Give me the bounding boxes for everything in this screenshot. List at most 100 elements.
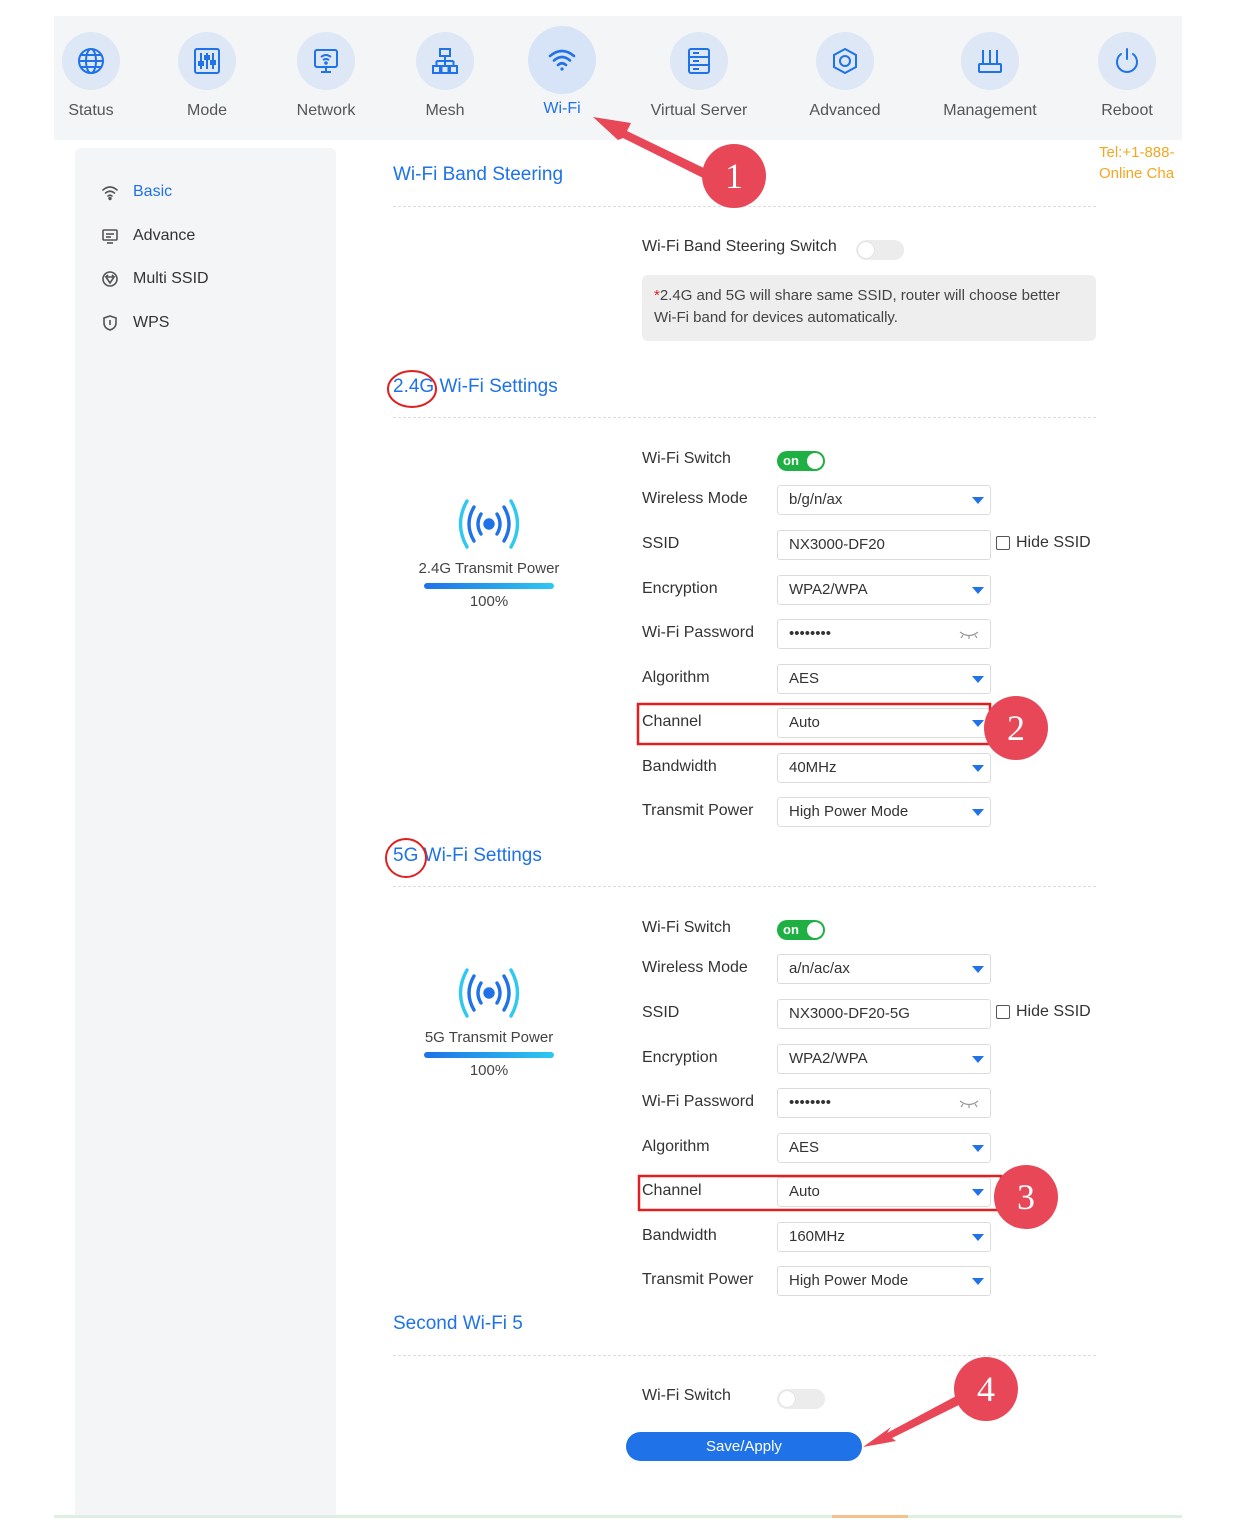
nav-item-mode[interactable]: Mode: [152, 16, 262, 120]
nav-item-network[interactable]: Network: [271, 16, 381, 120]
wifi24-settings-title: 2.4G Wi-Fi Settings: [393, 376, 558, 398]
contact-chat-link[interactable]: Online Cha: [1099, 163, 1182, 184]
wifi5-encryption-label: Encryption: [642, 1049, 718, 1066]
wifi5-transmit-power-select[interactable]: High Power Mode: [777, 1266, 991, 1296]
wifi24-ssid-input[interactable]: NX3000-DF20: [777, 530, 991, 560]
nav-item-management[interactable]: Management: [935, 16, 1045, 120]
wifi5-encryption-select[interactable]: WPA2/WPA: [777, 1044, 991, 1074]
globe-icon: [78, 48, 104, 74]
wifi5-title-rest: Wi-Fi Settings: [418, 845, 542, 866]
wifi24-mode-select[interactable]: b/g/n/ax: [777, 485, 991, 515]
wifi5-hide-ssid[interactable]: Hide SSID: [996, 1003, 1091, 1021]
chevron-down-icon: [972, 676, 984, 683]
wifi5-power-bar[interactable]: [424, 1052, 554, 1058]
nav-item-advanced[interactable]: Advanced: [790, 16, 900, 120]
sidebar-item-label: Multi SSID: [133, 270, 209, 287]
band-steering-title: Wi-Fi Band Steering: [393, 164, 564, 185]
eye-closed-icon[interactable]: [958, 1096, 980, 1110]
band-steering-switch-label: Wi-Fi Band Steering Switch: [642, 238, 837, 255]
nav-item-mesh[interactable]: Mesh: [390, 16, 500, 120]
nav-item-virtual-server[interactable]: Virtual Server: [644, 16, 754, 120]
annotation-badge-1: 1: [702, 144, 766, 208]
wifi5-power-value: 100%: [469, 1062, 509, 1079]
wifi24-switch[interactable]: on: [777, 451, 825, 471]
wifi5-algorithm-select[interactable]: AES: [777, 1133, 991, 1163]
nav-label: Reboot: [1101, 102, 1153, 119]
switch-on-text: on: [783, 922, 799, 937]
wifi5-bandwidth-select[interactable]: 160MHz: [777, 1222, 991, 1252]
save-apply-button[interactable]: Save/Apply: [626, 1432, 862, 1461]
chevron-down-icon: [972, 720, 984, 727]
eye-closed-icon[interactable]: [958, 627, 980, 641]
sidebar-item-basic[interactable]: Basic: [101, 180, 172, 204]
wifi5-algorithm-label: Algorithm: [642, 1138, 710, 1155]
chevron-down-icon: [972, 497, 984, 504]
second-wifi5-switch-label: Wi-Fi Switch: [642, 1387, 731, 1404]
nav-item-wifi[interactable]: Wi-Fi: [507, 16, 617, 118]
sidebar-item-label: Basic: [133, 183, 173, 200]
wifi5-mode-select[interactable]: a/n/ac/ax: [777, 954, 991, 984]
contact-info: Tel:+1-888- Online Cha: [1099, 142, 1182, 184]
server-icon: [688, 48, 710, 74]
annotation-badge-4: 4: [954, 1357, 1018, 1421]
chevron-down-icon: [972, 1189, 984, 1196]
second-wifi5-title: Second Wi-Fi 5: [393, 1313, 523, 1334]
sliders-icon: [194, 48, 220, 74]
wifi24-power-bar[interactable]: [424, 583, 554, 589]
notice-text: 2.4G and 5G will share same SSID, router…: [654, 287, 1061, 326]
wifi24-transmit-power-select[interactable]: High Power Mode: [777, 797, 991, 827]
sidebar-item-advance[interactable]: Advance: [101, 224, 195, 248]
monitor-icon: [314, 49, 338, 73]
router-icon: [978, 50, 1002, 73]
wifi5-switch[interactable]: on: [777, 920, 825, 940]
wifi24-channel-select[interactable]: Auto: [777, 708, 991, 738]
wifi24-ssid-label: SSID: [642, 535, 680, 552]
wifi24-band-label: 2.4G: [393, 376, 435, 397]
wifi24-algorithm-select[interactable]: AES: [777, 664, 991, 694]
checkbox[interactable]: [996, 536, 1010, 550]
wifi24-encryption-select[interactable]: WPA2/WPA: [777, 575, 991, 605]
annotation-badge-2: 2: [984, 696, 1048, 760]
checkbox[interactable]: [996, 1005, 1010, 1019]
wifi5-password-input[interactable]: ••••••••: [777, 1088, 991, 1118]
chevron-down-icon: [972, 587, 984, 594]
wifi24-power-title: 2.4G Transmit Power: [418, 560, 560, 577]
wifi24-bandwidth-label: Bandwidth: [642, 758, 717, 775]
wifi24-algorithm-label: Algorithm: [642, 669, 710, 686]
wifi5-transmit-power: 5G Transmit Power 100%: [405, 965, 573, 1079]
footer-accent: [832, 1515, 908, 1518]
wifi24-power-value: 100%: [469, 593, 509, 610]
sidebar: Basic Advance Multi SSID WPS: [75, 148, 336, 1518]
nav-item-reboot[interactable]: Reboot: [1072, 16, 1182, 120]
wifi5-band-label: 5G: [393, 845, 419, 866]
wifi24-transmit-power: 2.4G Transmit Power 100%: [405, 496, 573, 610]
sidebar-item-multi-ssid[interactable]: Multi SSID: [101, 267, 209, 291]
power-icon: [1116, 48, 1138, 73]
section-divider: [393, 417, 1096, 418]
nav-label: Network: [296, 102, 356, 119]
chevron-down-icon: [972, 966, 984, 973]
wifi5-settings-title: 5G Wi-Fi Settings: [393, 845, 542, 867]
wifi24-hide-ssid[interactable]: Hide SSID: [996, 534, 1091, 552]
chevron-down-icon: [972, 1056, 984, 1063]
wifi5-ssid-input[interactable]: NX3000-DF20-5G: [777, 999, 991, 1029]
second-wifi5-switch[interactable]: [777, 1389, 825, 1409]
nav-label: Management: [943, 102, 1037, 119]
nav-label: Mesh: [425, 102, 465, 119]
wifi5-channel-select[interactable]: Auto: [777, 1177, 991, 1207]
band-steering-switch[interactable]: [856, 240, 904, 260]
wifi5-bandwidth-label: Bandwidth: [642, 1227, 717, 1244]
nav-item-status[interactable]: Status: [36, 16, 146, 120]
band-steering-notice: *2.4G and 5G will share same SSID, route…: [642, 275, 1096, 341]
wifi5-mode-label: Wireless Mode: [642, 959, 748, 976]
wifi24-password-label: Wi-Fi Password: [642, 624, 755, 641]
mesh-icon: [432, 48, 458, 74]
sidebar-item-wps[interactable]: WPS: [101, 311, 169, 335]
wifi24-switch-label: Wi-Fi Switch: [642, 450, 731, 467]
wifi24-bandwidth-select[interactable]: 40MHz: [777, 753, 991, 783]
wifi5-switch-label: Wi-Fi Switch: [642, 919, 731, 936]
sidebar-item-label: WPS: [133, 314, 170, 331]
signal-broadcast-icon: [458, 968, 520, 1018]
wifi24-password-input[interactable]: ••••••••: [777, 619, 991, 649]
wifi5-power-title: 5G Transmit Power: [424, 1029, 554, 1046]
